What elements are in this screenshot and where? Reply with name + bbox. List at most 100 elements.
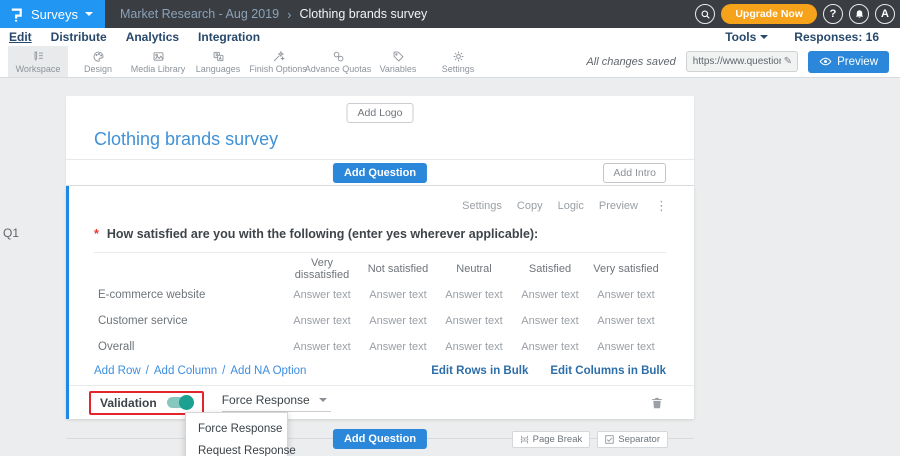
add-row-link[interactable]: Add Row: [94, 365, 141, 377]
row-label[interactable]: Overall: [94, 341, 284, 353]
toolbar-item-label: Workspace: [16, 64, 61, 74]
breadcrumb: Market Research - Aug 2019 › Clothing br…: [120, 7, 427, 22]
preview-button[interactable]: Preview: [808, 51, 889, 73]
top-bar: Surveys Market Research - Aug 2019 › Clo…: [0, 0, 900, 28]
edit-columns-in-bulk-link[interactable]: Edit Columns in Bulk: [550, 365, 666, 377]
answer-cell[interactable]: Answer text: [436, 289, 512, 301]
tab-analytics[interactable]: Analytics: [126, 30, 179, 44]
tab-edit[interactable]: Edit: [9, 30, 32, 44]
advance-quotas-icon: [332, 50, 345, 63]
link-separator: /: [146, 365, 149, 377]
answer-cell[interactable]: Answer text: [284, 341, 360, 353]
search-button[interactable]: [695, 4, 715, 24]
finish-options-icon: [272, 50, 285, 63]
toolbar-item-advance-quotas[interactable]: Advance Quotas: [308, 46, 368, 77]
avatar[interactable]: A: [875, 4, 895, 24]
toolbar-item-label: Variables: [380, 64, 417, 74]
answer-cell[interactable]: Answer text: [436, 315, 512, 327]
column-header[interactable]: Satisfied: [512, 263, 588, 275]
separator-label: Separator: [618, 434, 660, 445]
survey-url-input[interactable]: [693, 56, 781, 67]
question-text[interactable]: How satisfied are you with the following…: [107, 227, 538, 241]
responses-count[interactable]: Responses: 16: [794, 30, 879, 44]
answer-cell[interactable]: Answer text: [436, 341, 512, 353]
answer-cell[interactable]: Answer text: [588, 315, 664, 327]
toolbar-item-workspace[interactable]: Workspace: [8, 46, 68, 77]
add-intro-button[interactable]: Add Intro: [603, 163, 666, 183]
questionpro-logo-icon: [9, 7, 24, 22]
toolbar-item-label: Settings: [442, 64, 475, 74]
validation-row: Validation Force Response: [69, 385, 694, 419]
chevron-down-icon: [85, 12, 93, 16]
answer-cell[interactable]: Answer text: [588, 289, 664, 301]
answer-cell[interactable]: Answer text: [512, 341, 588, 353]
tools-label: Tools: [725, 30, 756, 44]
menu-item-request-response[interactable]: Request Response: [186, 440, 287, 456]
survey-url-field: ✎: [686, 51, 798, 72]
answer-cell[interactable]: Answer text: [360, 315, 436, 327]
notifications-button[interactable]: [849, 4, 869, 24]
answer-cell[interactable]: Answer text: [284, 315, 360, 327]
answer-cell[interactable]: Answer text: [284, 289, 360, 301]
page-break-button[interactable]: Page Break: [512, 431, 591, 448]
surveys-menu-button[interactable]: Surveys: [0, 0, 105, 28]
question-copy-link[interactable]: Copy: [517, 200, 543, 212]
add-column-link[interactable]: Add Column: [154, 365, 217, 377]
surveys-label: Surveys: [31, 7, 78, 22]
table-row: Overall Answer text Answer text Answer t…: [94, 334, 666, 360]
tab-distribute[interactable]: Distribute: [51, 30, 107, 44]
table-edit-links: Add Row / Add Column / Add NA Option Edi…: [94, 365, 666, 377]
validation-dropdown-menu: Force Response Request Response: [185, 412, 288, 456]
main-nav: Edit Distribute Analytics Integration To…: [0, 28, 900, 46]
upgrade-now-button[interactable]: Upgrade Now: [721, 4, 817, 24]
menu-item-force-response[interactable]: Force Response: [186, 418, 287, 440]
breadcrumb-separator: ›: [287, 7, 291, 22]
required-marker: *: [94, 227, 99, 241]
delete-question-button[interactable]: [650, 396, 664, 410]
toolbar-right: All changes saved ✎ Preview: [586, 46, 900, 77]
validation-type-dropdown[interactable]: Force Response: [222, 393, 331, 412]
toolbar-item-languages[interactable]: Languages: [188, 46, 248, 77]
toolbar-item-design[interactable]: Design: [68, 46, 128, 77]
tab-integration[interactable]: Integration: [198, 30, 260, 44]
question-settings-link[interactable]: Settings: [462, 200, 502, 212]
answer-cell[interactable]: Answer text: [512, 315, 588, 327]
breadcrumb-current: Clothing brands survey: [299, 7, 427, 21]
edit-rows-in-bulk-link[interactable]: Edit Rows in Bulk: [431, 365, 528, 377]
link-separator: /: [222, 365, 225, 377]
survey-title[interactable]: Clothing brands survey: [94, 129, 278, 150]
toolbar-item-media-library[interactable]: Media Library: [128, 46, 188, 77]
table-row: E-commerce website Answer text Answer te…: [94, 282, 666, 308]
settings-icon: [452, 50, 465, 63]
column-header[interactable]: Very dissatisfied: [284, 257, 360, 281]
toolbar-item-variables[interactable]: Variables: [368, 46, 428, 77]
separator-button[interactable]: Separator: [597, 431, 668, 448]
toolbar-item-finish-options[interactable]: Finish Options: [248, 46, 308, 77]
add-question-button-bottom[interactable]: Add Question: [333, 429, 427, 449]
row-label[interactable]: Customer service: [94, 315, 284, 327]
toolbar-item-settings[interactable]: Settings: [428, 46, 488, 77]
column-header[interactable]: Very satisfied: [588, 263, 664, 275]
add-question-button-top[interactable]: Add Question: [333, 163, 427, 183]
answer-cell[interactable]: Answer text: [512, 289, 588, 301]
breadcrumb-parent[interactable]: Market Research - Aug 2019: [120, 7, 279, 21]
chevron-down-icon: [760, 35, 768, 39]
column-header[interactable]: Not satisfied: [360, 263, 436, 275]
question-preview-link[interactable]: Preview: [599, 200, 638, 212]
question-logic-link[interactable]: Logic: [558, 200, 584, 212]
more-options-icon[interactable]: ⋮: [655, 198, 668, 214]
row-label[interactable]: E-commerce website: [94, 289, 284, 301]
answer-cell[interactable]: Answer text: [360, 289, 436, 301]
canvas-footer: Add Question Page Break Separator: [66, 429, 694, 451]
edit-url-icon[interactable]: ✎: [784, 56, 792, 67]
help-button[interactable]: ?: [823, 4, 843, 24]
tools-menu[interactable]: Tools: [725, 30, 768, 44]
validation-type-value: Force Response: [222, 393, 310, 407]
column-header[interactable]: Neutral: [436, 263, 512, 275]
answer-cell[interactable]: Answer text: [588, 341, 664, 353]
toolbar-item-label: Media Library: [131, 64, 186, 74]
add-na-option-link[interactable]: Add NA Option: [230, 365, 306, 377]
validation-toggle[interactable]: [167, 397, 193, 408]
add-logo-button[interactable]: Add Logo: [347, 103, 414, 123]
answer-cell[interactable]: Answer text: [360, 341, 436, 353]
